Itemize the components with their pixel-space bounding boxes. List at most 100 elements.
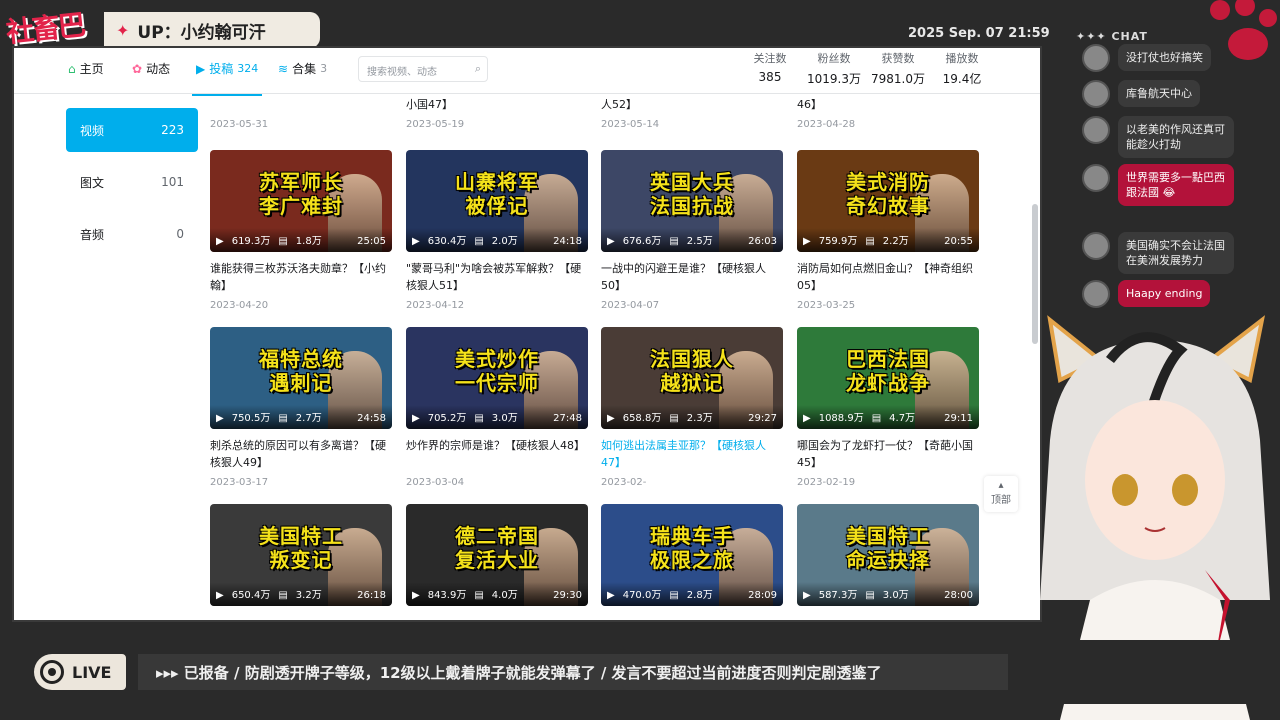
thumbnail-stats: ▶ 619.3万 ▤ 1.8万 25:05 xyxy=(210,228,392,252)
video-date: 2023-03-25 xyxy=(797,300,856,311)
video-desc[interactable]: 小国47】 xyxy=(406,96,588,113)
video-card[interactable]: 美式炒作 一代宗师 ▶ 705.2万 ▤ 3.0万 27:48 炒作界的宗师是谁？【… xyxy=(406,327,588,488)
tab-label: 动态 xyxy=(146,62,171,76)
sidebar-item-video[interactable]: 视频 223 xyxy=(66,108,198,152)
back-to-top-button[interactable]: ▴ 顶部 xyxy=(984,476,1018,512)
duration: 24:58 xyxy=(357,413,386,424)
danmaku-count: 2.2万 xyxy=(882,236,909,247)
view-count: 676.6万 xyxy=(622,236,662,247)
video-desc[interactable]: 人52】 xyxy=(601,96,783,113)
view-count: 658.8万 xyxy=(622,413,662,424)
chat-header: ✦✦✦ CHAT xyxy=(1076,30,1148,43)
video-desc[interactable] xyxy=(210,614,392,620)
up-banner: ✦ UP：小约翰可汗 xyxy=(104,12,320,48)
tab-dynamic[interactable]: ✿ 动态 xyxy=(132,60,170,77)
video-card[interactable]: 福特总统 遇刺记 ▶ 750.5万 ▤ 2.7万 24:58 刺杀总统的原因可以有多… xyxy=(210,327,392,488)
danmaku-icon: ▤ xyxy=(669,236,679,247)
thumbnail-title: 英国大兵 法国抗战 xyxy=(650,170,734,218)
video-card[interactable]: 美国特工 叛变记 ▶ 650.4万 ▤ 3.2万 26:18 xyxy=(210,504,392,620)
video-card[interactable]: 巴西法国 龙虾战争 ▶ 1088.9万 ▤ 4.7万 29:11 哪国会为了龙虾打一… xyxy=(797,327,979,488)
avatar xyxy=(1082,80,1110,108)
danmaku-icon: ▤ xyxy=(669,590,679,601)
video-thumbnail[interactable]: 苏军师长 李广难封 ▶ 619.3万 ▤ 1.8万 25:05 xyxy=(210,150,392,252)
play-icon: ▶ xyxy=(412,236,420,247)
video-card[interactable]: 法国狠人 越狱记 ▶ 658.8万 ▤ 2.3万 29:27 如何逃出法属圭亚那？【… xyxy=(601,327,783,488)
video-card[interactable]: 英国大兵 法国抗战 ▶ 676.6万 ▤ 2.5万 26:03 一战中的闪避王是谁？… xyxy=(601,150,783,311)
video-desc[interactable]: 46】 xyxy=(797,96,979,113)
view-count: 750.5万 xyxy=(231,413,271,424)
duration: 24:18 xyxy=(553,236,582,247)
video-date: 2023-04-12 xyxy=(406,300,465,311)
video-thumbnail[interactable]: 美式消防 奇幻故事 ▶ 759.9万 ▤ 2.2万 20:55 xyxy=(797,150,979,252)
video-thumbnail[interactable]: 山寨将军 被俘记 ▶ 630.4万 ▤ 2.0万 24:18 xyxy=(406,150,588,252)
video-card-partial[interactable]: 46】 2023-04-28 xyxy=(797,96,979,130)
sidebar-item-count: 0 xyxy=(176,227,184,241)
video-card[interactable]: 山寨将军 被俘记 ▶ 630.4万 ▤ 2.0万 24:18 "蒙哥马利"为啥会被苏… xyxy=(406,150,588,311)
video-thumbnail[interactable]: 法国狠人 越狱记 ▶ 658.8万 ▤ 2.3万 29:27 xyxy=(601,327,783,429)
video-date: 2023-03-17 xyxy=(210,477,269,488)
danmaku-icon: ▤ xyxy=(865,236,875,247)
view-count: 1088.9万 xyxy=(818,413,864,424)
danmaku-icon: ▤ xyxy=(871,413,882,424)
video-card-partial[interactable]: 2023-05-31 xyxy=(210,96,392,130)
thumbnail-title: 德二帝国 复活大业 xyxy=(455,524,539,572)
live-icon xyxy=(40,660,64,684)
sidebar-item-audio[interactable]: 音频 0 xyxy=(66,212,198,256)
video-thumbnail[interactable]: 巴西法国 龙虾战争 ▶ 1088.9万 ▤ 4.7万 29:11 xyxy=(797,327,979,429)
video-desc[interactable]: 哪国会为了龙虾打一仗？【奇葩小国45】 xyxy=(797,437,979,471)
video-desc[interactable]: 如何逃出法属圭亚那？【硬核狠人47】 xyxy=(601,437,783,471)
chat-message: 世界需要多一點巴西跟法國 😂 xyxy=(1082,164,1234,206)
chat-bubble: 库鲁航天中心 xyxy=(1118,80,1200,107)
video-desc[interactable]: 谁能获得三枚苏沃洛夫勋章？【小约翰】 xyxy=(210,260,392,294)
play-icon: ▶ xyxy=(412,413,420,424)
video-desc[interactable]: 消防局如何点燃旧金山？【神奇组织05】 xyxy=(797,260,979,294)
video-card[interactable]: 美国特工 命运抉择 ▶ 587.3万 ▤ 3.0万 28:00 xyxy=(797,504,979,620)
video-thumbnail[interactable]: 美式炒作 一代宗师 ▶ 705.2万 ▤ 3.0万 27:48 xyxy=(406,327,588,429)
video-date: 2023-04-20 xyxy=(210,300,269,311)
play-icon: ▶ xyxy=(607,413,615,424)
video-date: 2023-04-28 xyxy=(797,119,856,130)
video-card[interactable]: 德二帝国 复活大业 ▶ 843.9万 ▤ 4.0万 29:30 xyxy=(406,504,588,620)
video-card-partial[interactable]: 小国47】 2023-05-19 xyxy=(406,96,588,130)
duration: 20:55 xyxy=(944,236,973,247)
thumbnail-stats: ▶ 1088.9万 ▤ 4.7万 29:11 xyxy=(797,405,979,429)
avatar xyxy=(1082,164,1110,192)
video-thumbnail[interactable]: 美国特工 命运抉择 ▶ 587.3万 ▤ 3.0万 28:00 xyxy=(797,504,979,606)
video-card[interactable]: 瑞典车手 极限之旅 ▶ 470.0万 ▤ 2.8万 28:09 xyxy=(601,504,783,620)
chat-message: 没打仗也好搞笑 xyxy=(1082,44,1211,72)
danmaku-icon: ▤ xyxy=(474,236,484,247)
up-name: UP：小约翰可汗 xyxy=(137,22,266,43)
video-card-partial[interactable]: 人52】 2023-05-14 xyxy=(601,96,783,130)
view-count: 843.9万 xyxy=(427,590,467,601)
video-date: 2023-02- xyxy=(601,477,647,488)
video-desc[interactable]: "蒙哥马利"为啥会被苏军解救？【硬核狠人51】 xyxy=(406,260,588,294)
video-thumbnail[interactable]: 福特总统 遇刺记 ▶ 750.5万 ▤ 2.7万 24:58 xyxy=(210,327,392,429)
video-card[interactable]: 美式消防 奇幻故事 ▶ 759.9万 ▤ 2.2万 20:55 消防局如何点燃旧金山… xyxy=(797,150,979,311)
video-desc[interactable] xyxy=(210,96,392,113)
sidebar-item-article[interactable]: 图文 101 xyxy=(66,160,198,204)
video-desc[interactable]: 炒作界的宗师是谁？【硬核狠人48】 xyxy=(406,437,588,471)
video-thumbnail[interactable]: 英国大兵 法国抗战 ▶ 676.6万 ▤ 2.5万 26:03 xyxy=(601,150,783,252)
video-desc[interactable] xyxy=(797,614,979,620)
back-to-top-label: 顶部 xyxy=(991,495,1011,506)
thumbnail-title: 法国狠人 越狱记 xyxy=(650,347,734,395)
upload-icon: ▶ xyxy=(196,61,206,76)
thumbnail-title: 瑞典车手 极限之旅 xyxy=(650,524,734,572)
video-desc[interactable]: 刺杀总统的原因可以有多离谱？【硬核狠人49】 xyxy=(210,437,392,471)
thumbnail-title: 福特总统 遇刺记 xyxy=(259,347,343,395)
thumbnail-title: 美国特工 命运抉择 xyxy=(846,524,930,572)
live-badge: LIVE xyxy=(34,654,126,690)
danmaku-icon: ▤ xyxy=(474,413,484,424)
play-icon: ▶ xyxy=(803,590,811,601)
video-desc[interactable]: 一战中的闪避王是谁？【硬核狠人50】 xyxy=(601,260,783,294)
video-desc[interactable] xyxy=(601,614,783,620)
video-card[interactable]: 苏军师长 李广难封 ▶ 619.3万 ▤ 1.8万 25:05 谁能获得三枚苏沃洛夫… xyxy=(210,150,392,311)
video-thumbnail[interactable]: 美国特工 叛变记 ▶ 650.4万 ▤ 3.2万 26:18 xyxy=(210,504,392,606)
video-desc[interactable] xyxy=(406,614,588,620)
video-thumbnail[interactable]: 德二帝国 复活大业 ▶ 843.9万 ▤ 4.0万 29:30 xyxy=(406,504,588,606)
view-count: 650.4万 xyxy=(231,590,271,601)
video-thumbnail[interactable]: 瑞典车手 极限之旅 ▶ 470.0万 ▤ 2.8万 28:09 xyxy=(601,504,783,606)
tab-home[interactable]: ⌂ 主页 xyxy=(68,60,104,77)
play-icon: ▶ xyxy=(216,236,224,247)
chat-message: 以老美的作风还真可能趁火打劫 xyxy=(1082,116,1234,158)
